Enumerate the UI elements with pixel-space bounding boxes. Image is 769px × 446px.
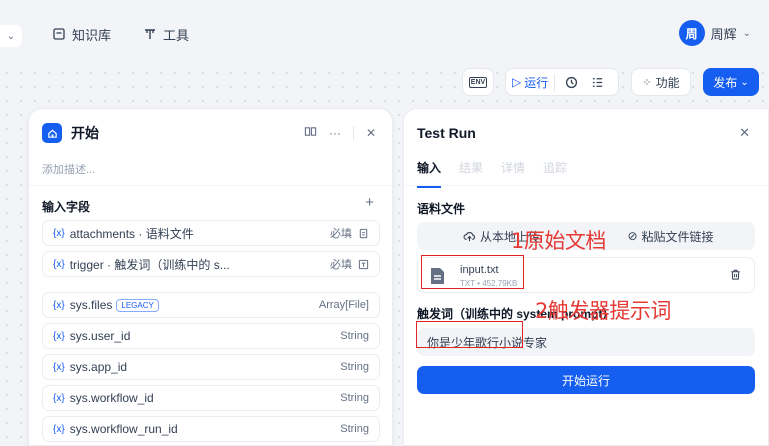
divider bbox=[352, 126, 354, 140]
paste-link-label: 粘贴文件链接 bbox=[641, 229, 714, 244]
highlight-box-trigger bbox=[416, 321, 523, 348]
checklist-icon[interactable] bbox=[587, 72, 607, 92]
nav-knowledge-label: 知识库 bbox=[72, 27, 112, 43]
publish-button[interactable]: 发布 ⌄ bbox=[703, 68, 759, 96]
field-sys-files[interactable]: {x} sys.files LEGACY Array[File] bbox=[42, 292, 380, 318]
required-label: 必填 bbox=[330, 228, 352, 240]
field-type: String bbox=[340, 392, 369, 404]
nav-tools-label: 工具 bbox=[163, 27, 190, 43]
variable-icon: {x} bbox=[53, 423, 65, 435]
chevron-down-icon[interactable]: ⌄ bbox=[0, 25, 22, 47]
chevron-down-icon: ⌄ bbox=[742, 27, 751, 39]
annotation-label-1: 1原始文档 bbox=[511, 229, 606, 253]
nav-knowledge[interactable]: 知识库 bbox=[52, 23, 111, 45]
tab-detail[interactable]: 详情 bbox=[501, 159, 525, 188]
run-label: 运行 bbox=[524, 75, 549, 90]
field-type: String bbox=[340, 423, 369, 435]
env-icon: ENV bbox=[468, 76, 488, 88]
publish-label: 发布 bbox=[713, 75, 738, 90]
run-toolbar: ▷ 运行 bbox=[505, 68, 619, 96]
start-panel-actions: ··· ✕ bbox=[304, 125, 376, 141]
features-icon: ⁘ bbox=[642, 76, 652, 89]
avatar: 周 bbox=[678, 20, 705, 46]
field-label: sys.files bbox=[69, 297, 113, 312]
features-label: 功能 bbox=[655, 75, 680, 90]
field-type: String bbox=[340, 361, 369, 373]
field-type: Array[File] bbox=[318, 299, 369, 311]
env-button[interactable]: ENV bbox=[462, 68, 494, 96]
field-type: String bbox=[340, 330, 369, 342]
field-name: trigger · 触发词（训练中的 s... bbox=[69, 257, 230, 272]
test-run-title: Test Run bbox=[417, 125, 476, 141]
home-icon bbox=[42, 123, 62, 143]
field-name: sys.workflow_run_id bbox=[69, 422, 178, 436]
variable-icon: {x} bbox=[53, 330, 65, 342]
corpus-file-label: 语料文件 bbox=[417, 202, 466, 216]
field-name: sys.workflow_id bbox=[69, 391, 154, 405]
close-icon[interactable]: ✕ bbox=[739, 125, 750, 141]
play-icon: ▷ bbox=[512, 75, 522, 89]
description-input[interactable]: 添加描述... bbox=[42, 161, 95, 177]
start-node-panel: 开始 ··· ✕ 添加描述... 输入字段 + {x} attachments … bbox=[28, 108, 393, 446]
tab-result[interactable]: 结果 bbox=[459, 159, 483, 188]
knowledge-icon bbox=[53, 28, 65, 40]
delete-icon[interactable] bbox=[729, 268, 742, 281]
field-sys-user-id[interactable]: {x} sys.user_id String bbox=[42, 323, 380, 349]
field-sys-app-id[interactable]: {x} sys.app_id String bbox=[42, 354, 380, 380]
field-name: sys.files LEGACY bbox=[69, 297, 319, 313]
variable-icon: {x} bbox=[53, 299, 65, 311]
field-name: attachments · 语料文件 bbox=[69, 226, 194, 241]
variable-icon: {x} bbox=[53, 258, 65, 270]
variable-icon: {x} bbox=[53, 392, 65, 404]
divider bbox=[404, 185, 768, 186]
chevron-down-icon: ⌄ bbox=[740, 76, 749, 88]
divider bbox=[29, 185, 392, 186]
field-sys-workflow-run-id[interactable]: {x} sys.workflow_run_id String bbox=[42, 416, 380, 442]
paste-link-button[interactable]: ⊘ 粘贴文件链接 bbox=[586, 222, 755, 250]
start-run-button[interactable]: 开始运行 bbox=[417, 366, 755, 394]
legacy-badge: LEGACY bbox=[116, 299, 159, 313]
tools-icon bbox=[145, 29, 155, 39]
tab-input[interactable]: 输入 bbox=[417, 159, 442, 188]
history-icon[interactable] bbox=[561, 72, 581, 92]
user-name: 周辉 bbox=[710, 26, 737, 42]
field-name: sys.app_id bbox=[69, 360, 128, 374]
add-field-icon[interactable]: + bbox=[365, 194, 374, 211]
tab-trace[interactable]: 追踪 bbox=[543, 159, 567, 188]
tabs: 输入 结果 详情 追踪 bbox=[417, 159, 567, 188]
field-name: sys.user_id bbox=[69, 329, 131, 343]
highlight-box-file bbox=[421, 255, 524, 289]
cloud-upload-icon bbox=[463, 231, 475, 241]
field-attachments[interactable]: {x} attachments · 语料文件 必填 bbox=[42, 220, 380, 246]
file-icon bbox=[359, 228, 368, 238]
link-icon: ⊘ bbox=[627, 229, 638, 243]
input-fields-title: 输入字段 bbox=[42, 200, 91, 214]
required-label: 必填 bbox=[330, 259, 352, 271]
start-panel-header: 开始 bbox=[42, 123, 99, 143]
paragraph-icon bbox=[358, 259, 369, 269]
user-menu[interactable]: 周 周辉 ⌄ bbox=[678, 20, 751, 46]
variable-icon: {x} bbox=[53, 227, 65, 239]
field-sys-workflow-id[interactable]: {x} sys.workflow_id String bbox=[42, 385, 380, 411]
more-icon[interactable]: ··· bbox=[329, 126, 341, 140]
page-title: 开始 bbox=[71, 125, 99, 141]
nav-tools[interactable]: 工具 bbox=[143, 23, 189, 45]
close-icon[interactable]: ✕ bbox=[366, 126, 376, 140]
features-button[interactable]: ⁘ 功能 bbox=[631, 68, 691, 96]
variable-icon: {x} bbox=[53, 361, 65, 373]
annotation-label-2: 2触发器提示词 bbox=[535, 299, 671, 323]
run-button[interactable]: ▷ 运行 bbox=[512, 73, 556, 91]
top-bar: ⌄ 知识库 工具 周 周辉 ⌄ bbox=[0, 0, 769, 66]
field-trigger[interactable]: {x} trigger · 触发词（训练中的 s... 必填 bbox=[42, 251, 380, 277]
book-icon[interactable] bbox=[304, 125, 317, 141]
